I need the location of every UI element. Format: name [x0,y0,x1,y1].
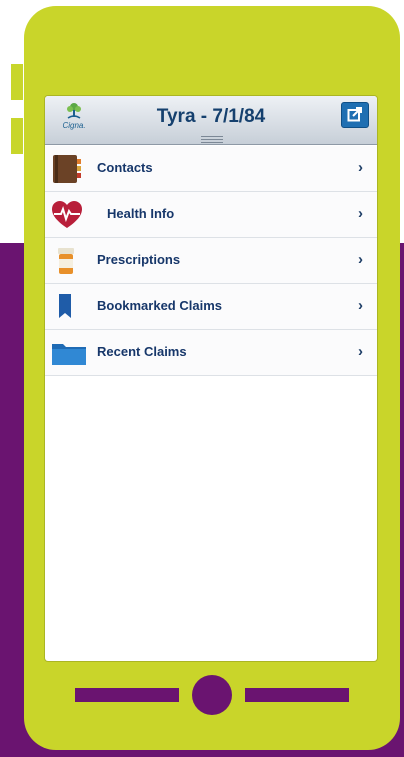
page-title: Tyra - 7/1/84 [156,106,266,127]
accent-bar-top [11,64,23,100]
share-icon [347,107,362,122]
menu-item-health-info[interactable]: Health Info › [45,192,377,238]
chevron-right-icon: › [358,343,363,360]
menu-list: Contacts › Health Info › Prescriptions ›… [45,146,377,376]
app-screen: Cigna. Tyra - 7/1/84 Contacts › Health I… [45,96,377,661]
menu-item-contacts[interactable]: Contacts › [45,146,377,192]
logo-text: Cigna. [62,121,86,130]
menu-item-label: Health Info [107,206,175,221]
pill-bottle-icon [51,246,81,276]
bookmark-icon [51,292,81,322]
phone-home-button[interactable] [192,675,232,715]
heart-pulse-icon [51,200,82,230]
chevron-right-icon: › [358,251,363,268]
menu-item-label: Recent Claims [97,344,187,359]
menu-item-prescriptions[interactable]: Prescriptions › [45,238,377,284]
chevron-right-icon: › [358,159,363,176]
accent-bar-bottom [11,118,23,154]
menu-item-bookmarked-claims[interactable]: Bookmarked Claims › [45,284,377,330]
menu-item-label: Contacts [97,160,153,175]
menu-item-recent-claims[interactable]: Recent Claims › [45,330,377,376]
menu-item-label: Prescriptions [97,252,181,267]
share-button[interactable] [341,102,369,128]
chevron-right-icon: › [358,205,363,222]
folder-icon [51,338,86,368]
phone-frame: Cigna. Tyra - 7/1/84 Contacts › Health I… [24,6,400,750]
chevron-right-icon: › [358,297,363,314]
app-header: Cigna. Tyra - 7/1/84 [45,96,377,145]
cigna-tree-icon [67,103,81,119]
phone-button-left [75,688,179,702]
phone-button-right [245,688,349,702]
menu-item-label: Bookmarked Claims [97,298,222,313]
drag-handle[interactable] [201,136,223,145]
address-book-icon [51,154,81,184]
cigna-logo: Cigna. [59,102,89,132]
